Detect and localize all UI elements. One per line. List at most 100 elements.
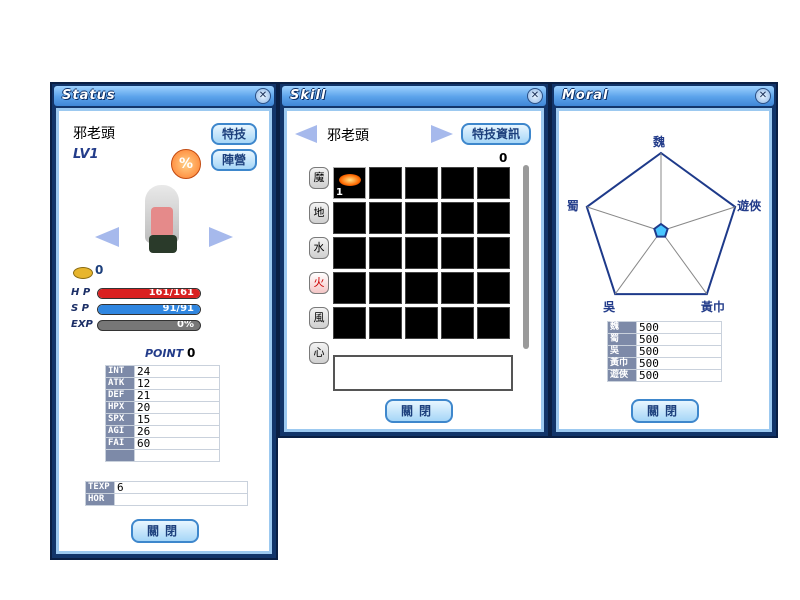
skill-info-button[interactable]: 特技資訊 xyxy=(461,123,531,145)
skill-slot[interactable] xyxy=(333,237,366,269)
skill-scrollbar[interactable] xyxy=(523,165,529,349)
moral-window: Moral ✕ 魏遊俠 黃巾吳蜀 魏 500 蜀 500 吳 500 黃巾 500 遊俠 … xyxy=(550,82,778,438)
radar-spoke xyxy=(586,206,662,232)
attribute-value: 12 xyxy=(134,377,220,390)
moral-body: 魏遊俠 黃巾吳蜀 魏 500 蜀 500 吳 500 黃巾 500 遊俠 500 關閉 xyxy=(556,108,772,432)
hor-label: HOR xyxy=(85,493,115,506)
skill-tab-2[interactable]: 水 xyxy=(309,237,329,259)
exp-value: 0% xyxy=(177,320,194,330)
moral-row: 吳 500 xyxy=(607,345,722,358)
close-icon[interactable]: ✕ xyxy=(755,88,771,104)
attribute-row xyxy=(105,449,220,462)
attribute-label xyxy=(105,449,135,462)
skill-close-button[interactable]: 關閉 xyxy=(385,399,453,423)
skill-slot[interactable] xyxy=(477,272,510,304)
attribute-row: ATK 12 xyxy=(105,377,220,390)
skill-slot[interactable] xyxy=(405,167,438,199)
attribute-value: 26 xyxy=(134,425,220,438)
skill-slot-grid: 1 xyxy=(333,167,510,339)
skill-slot[interactable] xyxy=(405,202,438,234)
skill-slot[interactable] xyxy=(441,272,474,304)
moral-row: 黃巾 500 xyxy=(607,357,722,370)
moral-faction-label: 黃巾 xyxy=(607,357,637,370)
texp-value: 6 xyxy=(114,481,248,494)
moral-faction-label: 遊俠 xyxy=(607,369,637,382)
skill-slot[interactable] xyxy=(369,272,402,304)
skill-tab-0[interactable]: 魔 xyxy=(309,167,329,189)
close-icon[interactable]: ✕ xyxy=(527,88,543,104)
hor-value xyxy=(114,493,248,506)
skill-titlebar[interactable]: Skill ✕ xyxy=(282,86,546,106)
skill-slot[interactable] xyxy=(369,307,402,339)
skill-slot[interactable] xyxy=(441,307,474,339)
attribute-label: FAI xyxy=(105,437,135,450)
skill-slot[interactable] xyxy=(405,307,438,339)
skill-slot[interactable] xyxy=(333,202,366,234)
sp-label: S P xyxy=(71,303,90,314)
attribute-value: 24 xyxy=(134,365,220,378)
attribute-label: ATK xyxy=(105,377,135,390)
attribute-label: HPX xyxy=(105,401,135,414)
skill-slot[interactable] xyxy=(477,202,510,234)
status-title: Status xyxy=(62,88,116,103)
skill-slot[interactable] xyxy=(477,167,510,199)
skill-slot[interactable] xyxy=(477,237,510,269)
moral-row: 遊俠 500 xyxy=(607,369,722,382)
prev-character-arrow-icon[interactable] xyxy=(95,227,119,247)
moral-close-button[interactable]: 關閉 xyxy=(631,399,699,423)
next-character-arrow-icon[interactable] xyxy=(209,227,233,247)
radar-axis-label: 黃巾 xyxy=(700,300,725,315)
faction-emblem-icon: % xyxy=(171,149,201,179)
moral-faction-label: 魏 xyxy=(607,321,637,334)
radar-axis-label: 吳 xyxy=(603,300,616,315)
skill-tab-1[interactable]: 地 xyxy=(309,202,329,224)
texp-label: TEXP xyxy=(85,481,115,494)
radar-axis-label: 魏 xyxy=(653,135,666,149)
status-close-button[interactable]: 關閉 xyxy=(131,519,199,543)
moral-titlebar[interactable]: Moral ✕ xyxy=(554,86,774,106)
attribute-row: SPX 15 xyxy=(105,413,220,426)
skill-count: 0 xyxy=(499,151,508,165)
skill-tab-3[interactable]: 火 xyxy=(309,272,329,294)
status-window: Status ✕ 邪老頭 LV1 特技 陣營 % 0 H P 161/161 S… xyxy=(50,82,278,560)
skill-next-arrow-icon[interactable] xyxy=(431,125,453,143)
attribute-value: 21 xyxy=(134,389,220,402)
extra-stats-table: TEXP 6 HOR xyxy=(85,481,248,506)
special-skill-button[interactable]: 特技 xyxy=(211,123,257,145)
skill-tab-4[interactable]: 風 xyxy=(309,307,329,329)
camp-button[interactable]: 陣營 xyxy=(211,149,257,171)
skill-slot[interactable] xyxy=(441,237,474,269)
skill-slot[interactable] xyxy=(405,237,438,269)
skill-slot[interactable] xyxy=(441,202,474,234)
attribute-row: AGI 26 xyxy=(105,425,220,438)
attribute-row: HPX 20 xyxy=(105,401,220,414)
character-name: 邪老頭 xyxy=(73,126,115,142)
skill-prev-arrow-icon[interactable] xyxy=(295,125,317,143)
point-value: 0 xyxy=(187,346,196,360)
attribute-row: DEF 21 xyxy=(105,389,220,402)
skill-slot[interactable] xyxy=(405,272,438,304)
character-level: LV1 xyxy=(73,147,99,162)
skill-slot[interactable] xyxy=(477,307,510,339)
skill-tab-5[interactable]: 心 xyxy=(309,342,329,364)
gold-icon xyxy=(73,267,93,279)
skill-slot[interactable] xyxy=(333,307,366,339)
attribute-table: INT 24 ATK 12 DEF 21 HPX 20 SPX 15 AGI 26 FAI … xyxy=(105,365,220,462)
moral-faction-label: 蜀 xyxy=(607,333,637,346)
skill-slot[interactable] xyxy=(333,272,366,304)
radar-value-shape xyxy=(653,222,669,238)
moral-faction-value: 500 xyxy=(636,345,722,358)
attribute-value: 60 xyxy=(134,437,220,450)
skill-title: Skill xyxy=(290,88,327,103)
status-titlebar[interactable]: Status ✕ xyxy=(54,86,274,106)
exp-label: EXP xyxy=(71,319,93,330)
skill-window: Skill ✕ 邪老頭 特技資訊 0 魔地水火風心 1 關閉 xyxy=(278,82,550,438)
attribute-label: DEF xyxy=(105,389,135,402)
close-icon[interactable]: ✕ xyxy=(255,88,271,104)
sp-bar: 91/91 xyxy=(97,304,201,315)
skill-slot[interactable] xyxy=(369,167,402,199)
skill-slot[interactable]: 1 xyxy=(333,167,366,199)
skill-slot[interactable] xyxy=(441,167,474,199)
skill-slot[interactable] xyxy=(369,237,402,269)
skill-slot[interactable] xyxy=(369,202,402,234)
